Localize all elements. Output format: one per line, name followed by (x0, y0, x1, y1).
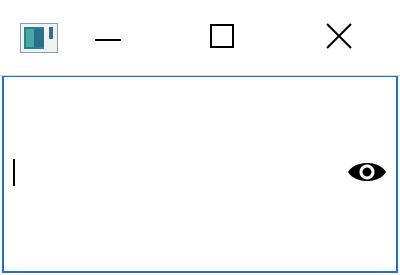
application-window (0, 0, 400, 275)
password-box[interactable] (2, 76, 398, 273)
close-button[interactable] (301, 8, 377, 68)
maximize-button[interactable] (184, 8, 260, 68)
text-caret (13, 159, 15, 186)
title-bar[interactable] (0, 0, 400, 76)
app-window-icon (20, 23, 58, 53)
minimize-button[interactable] (70, 8, 146, 68)
reveal-password-button[interactable] (344, 157, 390, 191)
password-input[interactable] (10, 157, 330, 185)
maximize-icon (210, 23, 234, 53)
minimize-icon (95, 29, 121, 47)
close-icon (326, 22, 352, 54)
eye-icon (347, 158, 387, 191)
